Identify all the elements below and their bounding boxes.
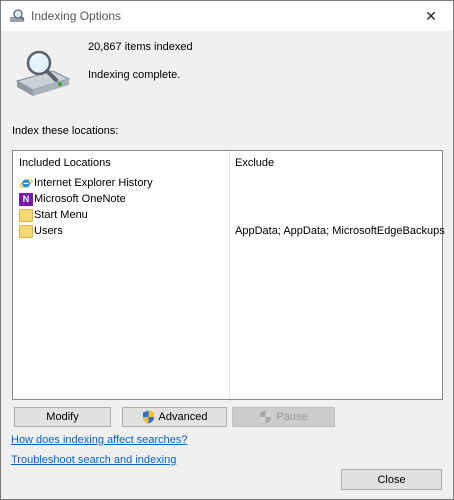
location-row-onenote[interactable]: N Microsoft OneNote (13, 192, 442, 208)
pause-button[interactable]: Pause (232, 407, 335, 427)
uac-shield-icon (142, 410, 154, 424)
indexing-status: Indexing complete. (88, 69, 181, 81)
modify-label: Modify (46, 411, 79, 423)
location-row-start-menu[interactable]: Start Menu (13, 208, 442, 224)
how-indexing-affects-link[interactable]: How does indexing affect searches? (11, 434, 188, 446)
uac-shield-icon (260, 410, 272, 424)
modify-button[interactable]: Modify (14, 407, 111, 427)
location-name: Internet Explorer History (34, 177, 153, 189)
advanced-button[interactable]: Advanced (122, 407, 227, 427)
locations-list[interactable]: Included Locations Exclude Internet Expl… (12, 150, 445, 400)
ie-icon (19, 179, 33, 188)
location-name: Users (34, 225, 63, 237)
indexing-options-window: Indexing Options ✕ 20,867 items indexed … (0, 0, 454, 500)
close-label: Close (377, 473, 406, 486)
close-window-button[interactable]: ✕ (409, 1, 453, 31)
advanced-label: Advanced (158, 411, 208, 423)
location-row-users[interactable]: Users AppData; AppData; MicrosoftEdgeBac… (13, 224, 445, 240)
close-button[interactable]: Close (341, 469, 442, 490)
items-indexed-count: 20,867 items indexed (88, 41, 193, 53)
title-bar[interactable]: Indexing Options ✕ (1, 1, 453, 31)
locations-label: Index these locations: (12, 125, 119, 137)
onenote-icon: N (19, 193, 33, 206)
location-name: Start Menu (34, 209, 88, 221)
pause-label: Pause (276, 411, 308, 423)
location-row-ie-history[interactable]: Internet Explorer History (13, 176, 442, 192)
search-drive-icon (10, 9, 25, 22)
troubleshoot-link[interactable]: Troubleshoot search and indexing (11, 454, 176, 466)
column-header-included: Included Locations (19, 157, 111, 169)
column-header-exclude: Exclude (235, 157, 275, 169)
window-title: Indexing Options (31, 9, 122, 23)
close-icon: ✕ (425, 7, 437, 24)
folder-icon (19, 209, 33, 222)
location-exclude: AppData; AppData; MicrosoftEdgeBackups (235, 225, 445, 237)
location-name: Microsoft OneNote (34, 193, 126, 205)
drive-magnifier-icon (15, 50, 71, 96)
folder-icon (19, 225, 33, 238)
